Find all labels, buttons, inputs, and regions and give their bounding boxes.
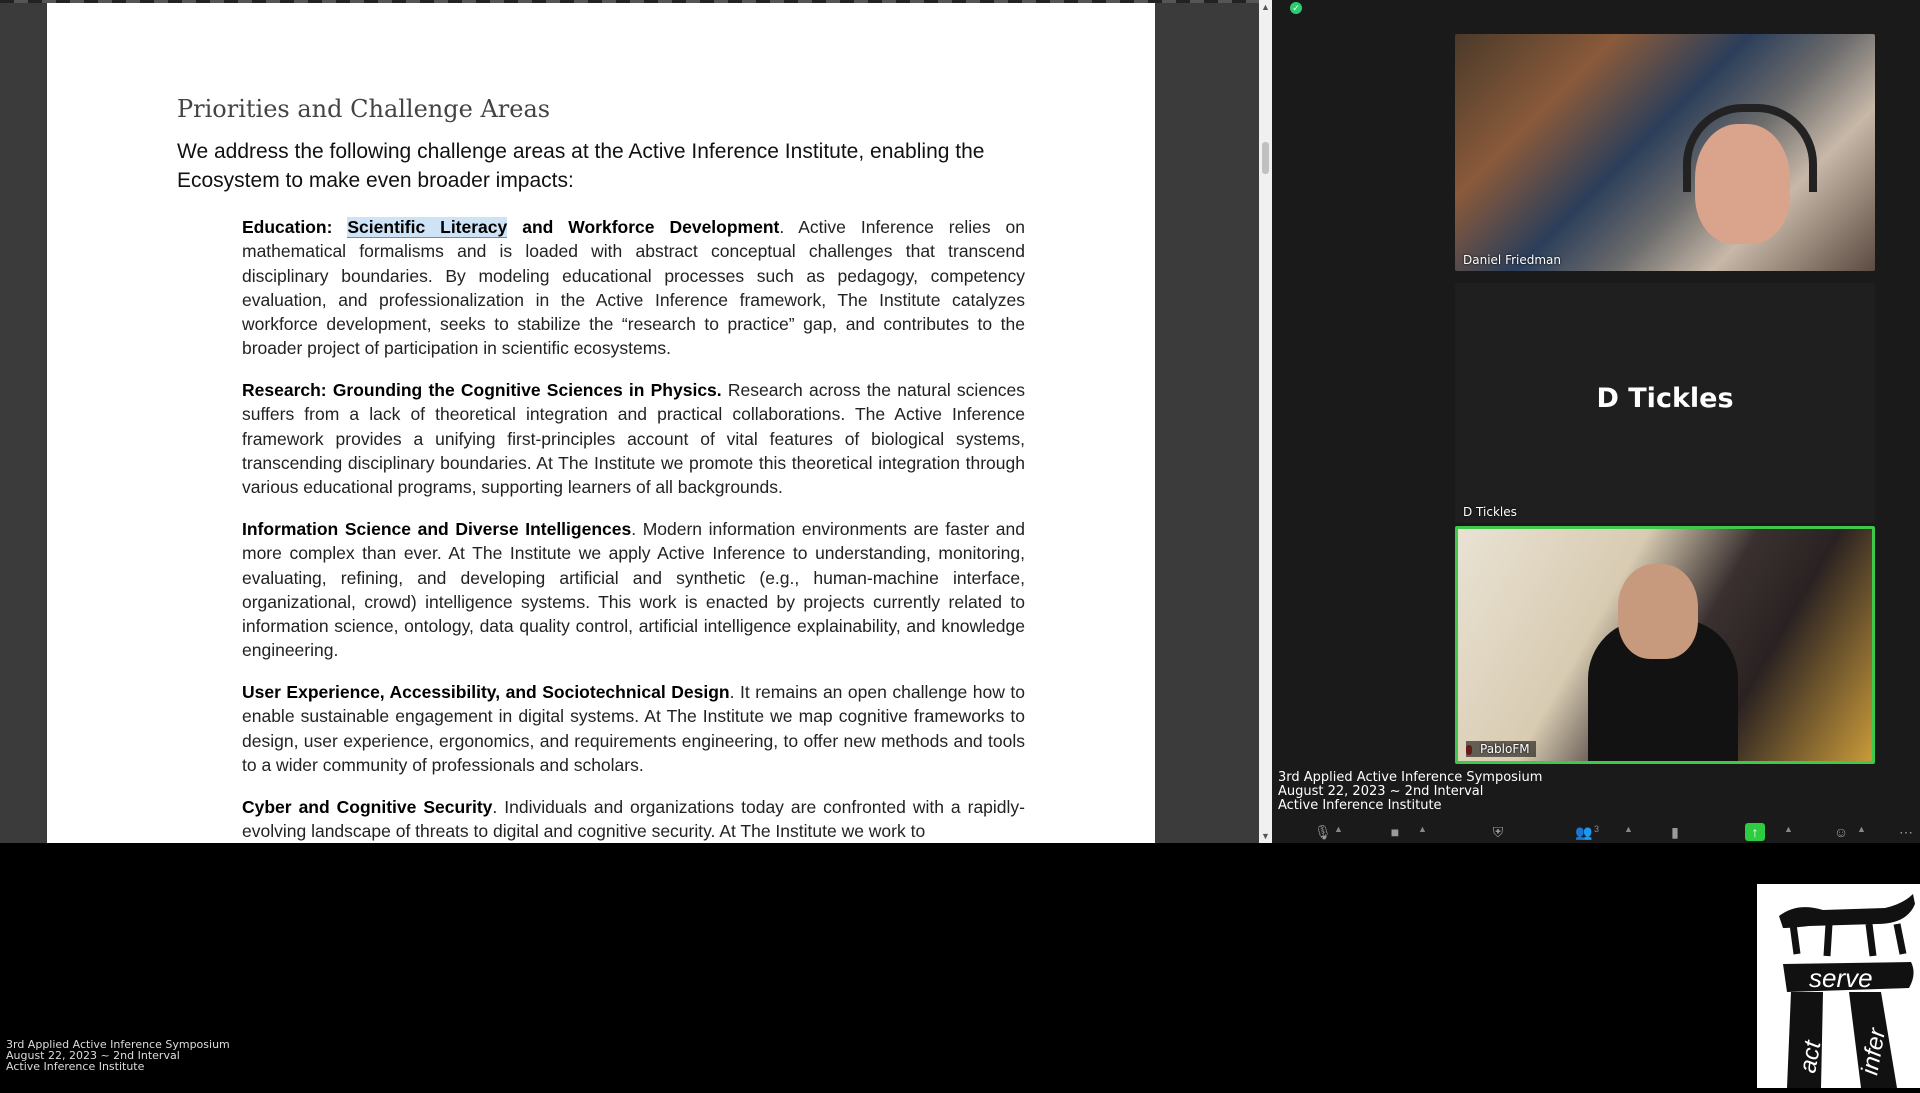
- document-page: Priorities and Challenge Areas We addres…: [47, 3, 1155, 843]
- participant-head: [1618, 564, 1698, 659]
- participant-name: PabloFM: [1466, 741, 1536, 757]
- stream-info-overlay: 3rd Applied Active Inference Symposium A…: [6, 1039, 230, 1072]
- challenge-area-education: Education: Scientific Literacy and Workf…: [242, 215, 1025, 361]
- scroll-down-icon[interactable]: ▼: [1259, 829, 1272, 843]
- area-title: Education: Scientific Literacy and Workf…: [242, 217, 780, 238]
- stream-org: Active Inference Institute: [6, 1060, 145, 1073]
- security-icon[interactable]: ⛨: [1489, 823, 1507, 841]
- area-title: Research: Grounding the Cognitive Scienc…: [242, 380, 722, 400]
- share-screen-icon[interactable]: ↑: [1745, 823, 1765, 841]
- video-call-panel: ✓ Daniel Friedman D Tickles D Tickles Pa…: [1272, 0, 1920, 843]
- area-title: Cyber and Cognitive Security: [242, 797, 493, 817]
- security-shield-icon[interactable]: ✓: [1290, 2, 1302, 14]
- event-title: 3rd Applied Active Inference Symposium: [1278, 770, 1543, 785]
- highlighted-text[interactable]: Scientific Literacy: [347, 217, 508, 238]
- scroll-thumb[interactable]: [1262, 142, 1269, 174]
- area-body: . Active Inference relies on mathematica…: [242, 217, 1025, 359]
- challenge-area-user-experience: User Experience, Accessibility, and Soci…: [242, 680, 1025, 777]
- institute-logo: serve act infer: [1757, 884, 1920, 1088]
- area-body: . Modern information environments are fa…: [242, 519, 1025, 661]
- chevron-up-icon[interactable]: ▲: [1418, 824, 1427, 834]
- participants-count: 3: [1594, 824, 1600, 834]
- participant-tile-tickles[interactable]: D Tickles D Tickles: [1455, 283, 1875, 523]
- challenge-area-research: Research: Grounding the Cognitive Scienc…: [242, 378, 1025, 499]
- chevron-up-icon[interactable]: ▲: [1784, 824, 1793, 834]
- chevron-up-icon[interactable]: ▲: [1334, 824, 1343, 834]
- scroll-up-icon[interactable]: ▲: [1259, 0, 1272, 14]
- chevron-up-icon[interactable]: ▲: [1857, 824, 1866, 834]
- participant-video-figure: [1695, 124, 1790, 244]
- microphone-icon[interactable]: 🎙: [1314, 823, 1332, 841]
- polls-icon[interactable]: ▮: [1666, 823, 1684, 841]
- section-heading: Priorities and Challenge Areas: [177, 95, 551, 123]
- challenge-area-information-science: Information Science and Diverse Intellig…: [242, 517, 1025, 663]
- reactions-icon[interactable]: ☺: [1832, 823, 1850, 841]
- event-org: Active Inference Institute: [1278, 798, 1442, 813]
- section-intro: We address the following challenge areas…: [177, 140, 985, 192]
- participant-name: Daniel Friedman: [1463, 253, 1562, 267]
- challenge-area-security: Cyber and Cognitive Security. Individual…: [242, 795, 1025, 843]
- camera-icon[interactable]: ■: [1384, 823, 1406, 841]
- logo-word-act: act: [1794, 1038, 1826, 1076]
- participant-name: D Tickles: [1463, 505, 1517, 519]
- more-icon[interactable]: ⋯: [1896, 823, 1916, 841]
- participants-icon[interactable]: 👥: [1572, 823, 1596, 841]
- chevron-up-icon[interactable]: ▲: [1624, 824, 1633, 834]
- participant-tile-pablo[interactable]: PabloFM: [1455, 526, 1875, 764]
- logo-word-serve: serve: [1809, 963, 1873, 993]
- area-title: User Experience, Accessibility, and Soci…: [242, 682, 730, 702]
- logo-graphic: serve act infer: [1779, 894, 1915, 1088]
- event-date: August 22, 2023 ~ 2nd Interval: [1278, 784, 1484, 799]
- area-title: Information Science and Diverse Intellig…: [242, 519, 632, 539]
- participant-display-name: D Tickles: [1596, 383, 1734, 414]
- participant-tile-daniel[interactable]: Daniel Friedman: [1455, 34, 1875, 271]
- vertical-scrollbar[interactable]: ▲ ▼: [1259, 0, 1272, 843]
- meeting-toolbar: 🎙 ▲ ■ ▲ ⛨ 👥 3 ▲ ▮ ↑ ▲ ☺ ▲ ⋯: [1272, 821, 1920, 843]
- document-viewer: Priorities and Challenge Areas We addres…: [0, 0, 1272, 843]
- event-info-overlay: 3rd Applied Active Inference Symposium A…: [1278, 771, 1542, 813]
